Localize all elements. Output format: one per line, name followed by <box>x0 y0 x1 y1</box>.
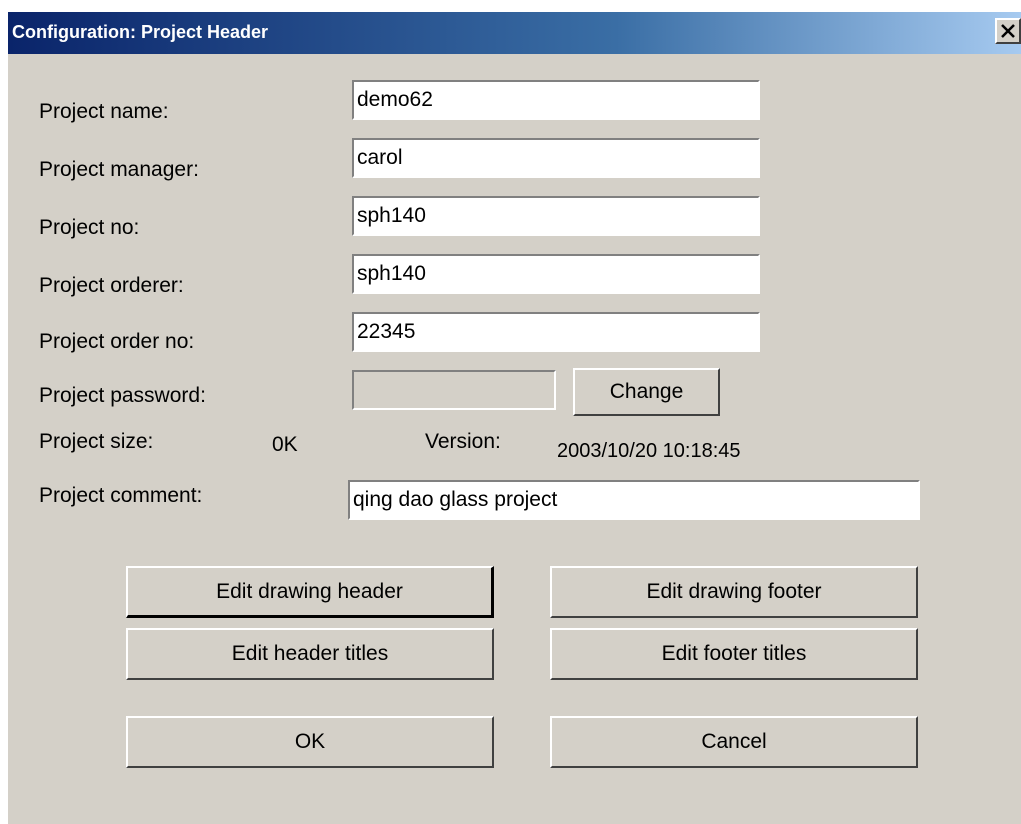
edit-drawing-header-button[interactable]: Edit drawing header <box>126 566 494 618</box>
change-password-button[interactable]: Change <box>573 368 720 416</box>
edit-header-titles-button[interactable]: Edit header titles <box>126 628 494 680</box>
ok-button[interactable]: OK <box>126 716 494 768</box>
project-no-input[interactable] <box>352 196 760 236</box>
version-label: Version: <box>425 430 501 453</box>
project-size-value: 0K <box>272 433 298 456</box>
title-bar[interactable]: Configuration: Project Header <box>8 12 1021 54</box>
project-comment-input[interactable] <box>348 480 920 520</box>
project-order-no-label: Project order no: <box>39 330 195 353</box>
window-title: Configuration: Project Header <box>12 22 269 42</box>
edit-footer-titles-button[interactable]: Edit footer titles <box>550 628 918 680</box>
version-value: 2003/10/20 10:18:45 <box>557 440 741 462</box>
edit-drawing-footer-button[interactable]: Edit drawing footer <box>550 566 918 618</box>
project-header-dialog: Configuration: Project Header Project na… <box>8 12 1021 824</box>
cancel-button[interactable]: Cancel <box>550 716 918 768</box>
project-no-label: Project no: <box>39 216 140 239</box>
project-orderer-label: Project orderer: <box>39 274 184 297</box>
project-size-label: Project size: <box>39 430 154 453</box>
project-password-label: Project password: <box>39 384 206 407</box>
close-icon <box>1001 24 1015 38</box>
project-name-input[interactable] <box>352 80 760 120</box>
project-manager-label: Project manager: <box>39 158 199 181</box>
project-name-label: Project name: <box>39 100 169 123</box>
project-order-no-input[interactable] <box>352 312 760 352</box>
project-comment-label: Project comment: <box>39 484 203 507</box>
project-orderer-input[interactable] <box>352 254 760 294</box>
close-button[interactable] <box>995 18 1021 44</box>
project-manager-input[interactable] <box>352 138 760 178</box>
project-password-input <box>352 370 556 410</box>
